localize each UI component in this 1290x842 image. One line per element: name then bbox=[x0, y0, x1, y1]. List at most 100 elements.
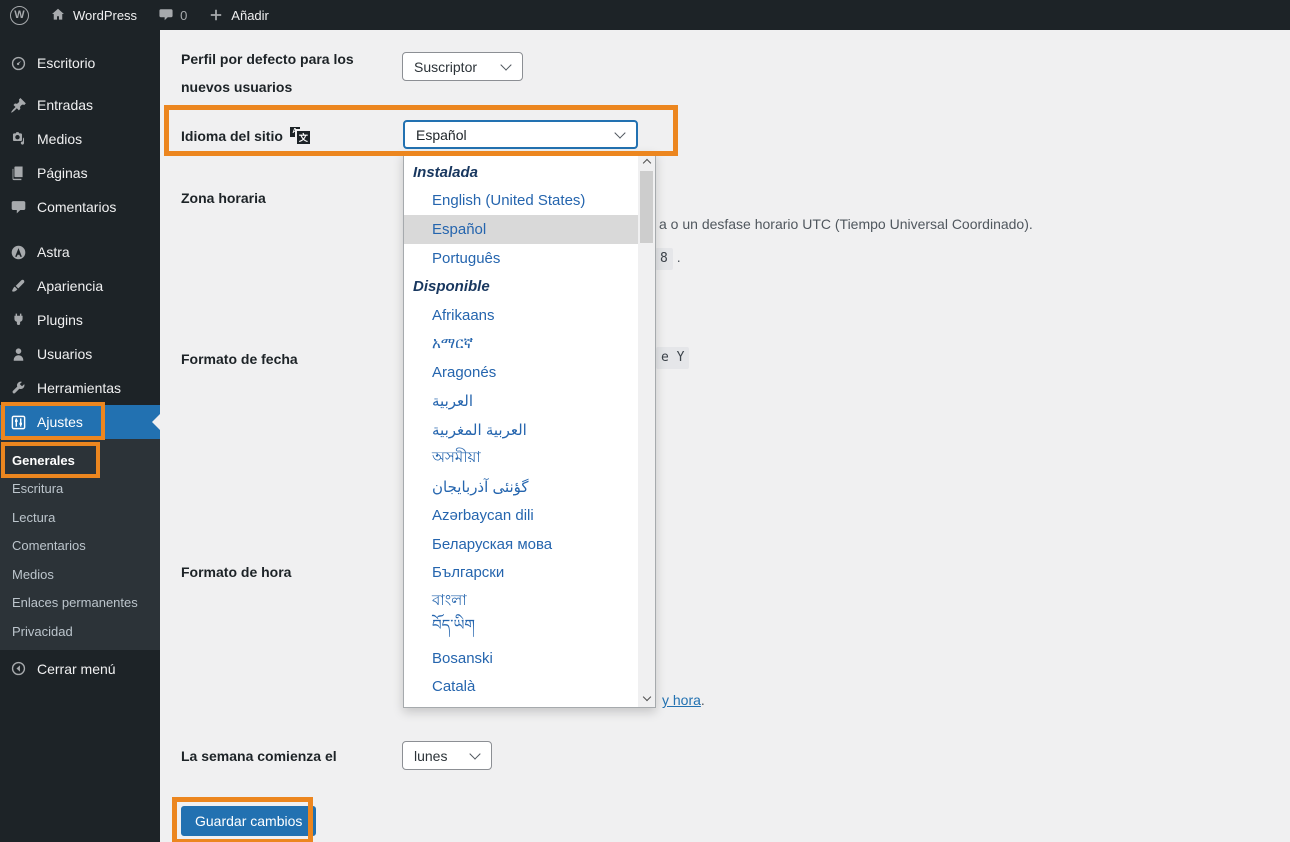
sidebar-item-apariencia[interactable]: Apariencia bbox=[0, 269, 160, 303]
plus-icon bbox=[207, 7, 224, 24]
sidebar-item-comentarios[interactable]: Comentarios bbox=[0, 190, 160, 224]
sidebar-item-usuarios[interactable]: Usuarios bbox=[0, 337, 160, 371]
appearance-icon bbox=[8, 276, 28, 296]
sidebar-item-plugins[interactable]: Plugins bbox=[0, 303, 160, 337]
general-settings-form: Perfil por defecto para los nuevos usuar… bbox=[160, 30, 1290, 842]
language-option[interactable]: Català bbox=[404, 673, 638, 702]
datetime-doc-fragment: y hora. bbox=[662, 692, 705, 708]
time-format-label: Formato de hora bbox=[181, 564, 292, 580]
sidebar-item-medios[interactable]: Medios bbox=[0, 122, 160, 156]
datetime-doc-link[interactable]: y hora bbox=[662, 692, 701, 708]
language-option[interactable]: English (United States) bbox=[404, 187, 638, 216]
sidebar-item-herramientas[interactable]: Herramientas bbox=[0, 371, 160, 405]
site-name-link[interactable]: WordPress bbox=[39, 0, 147, 30]
comments-count: 0 bbox=[180, 7, 188, 23]
submenu-item-comentarios[interactable]: Comentarios bbox=[0, 532, 160, 561]
language-option[interactable]: گؤنئی آذربایجان bbox=[404, 473, 638, 502]
default-role-value: Suscriptor bbox=[414, 58, 478, 75]
new-content-label: Añadir bbox=[231, 7, 269, 23]
site-language-select[interactable]: Español bbox=[403, 120, 638, 149]
language-option[interactable]: Afrikaans bbox=[404, 301, 638, 330]
settings-submenu: Generales Escritura Lectura Comentarios … bbox=[0, 439, 160, 650]
plugin-icon bbox=[8, 310, 28, 330]
tools-icon bbox=[8, 378, 28, 398]
language-option-selected[interactable]: Español bbox=[404, 215, 638, 244]
scroll-down-icon[interactable] bbox=[638, 690, 655, 707]
pages-icon bbox=[8, 163, 28, 183]
submenu-item-medios[interactable]: Medios bbox=[0, 560, 160, 589]
sidebar-item-label: Ajustes bbox=[37, 414, 83, 430]
chevron-down-icon bbox=[500, 58, 512, 71]
sidebar-item-ajustes[interactable]: Ajustes bbox=[0, 405, 160, 439]
comments-shortcut[interactable]: 0 bbox=[147, 0, 197, 30]
language-option[interactable]: བོད་ཡིག bbox=[404, 616, 638, 645]
sidebar-item-label: Escritorio bbox=[37, 55, 96, 71]
default-role-label: Perfil por defecto para los nuevos usuar… bbox=[181, 51, 354, 95]
sidebar-item-label: Usuarios bbox=[37, 346, 93, 362]
language-option[interactable]: العربية bbox=[404, 387, 638, 416]
sidebar-item-astra[interactable]: Astra bbox=[0, 235, 160, 269]
collapse-menu-label: Cerrar menú bbox=[37, 660, 116, 677]
submenu-item-escritura[interactable]: Escritura bbox=[0, 475, 160, 504]
save-changes-button[interactable]: Guardar cambios bbox=[181, 806, 317, 836]
language-option[interactable]: অসমীয়া bbox=[404, 444, 638, 473]
collapse-menu-button[interactable]: Cerrar menú bbox=[0, 652, 160, 686]
chevron-down-icon bbox=[614, 126, 626, 139]
wordpress-admin-page: W WordPress 0 Añadir Escritorio Entradas… bbox=[0, 0, 1290, 842]
translation-icon: A 文 bbox=[289, 127, 312, 146]
language-option[interactable]: Azərbaycan dili bbox=[404, 501, 638, 530]
sidebar-item-label: Medios bbox=[37, 131, 83, 147]
sidebar-item-label: Astra bbox=[37, 244, 70, 260]
astra-icon bbox=[8, 242, 28, 262]
collapse-arrow-icon bbox=[8, 659, 28, 679]
sidebar-item-entradas[interactable]: Entradas bbox=[0, 88, 160, 122]
date-format-code-fragment: e Y bbox=[656, 346, 690, 369]
admin-sidebar-menu: Escritorio Entradas Medios Páginas Comen… bbox=[0, 30, 160, 842]
sidebar-item-label: Herramientas bbox=[37, 380, 122, 396]
media-icon bbox=[8, 129, 28, 149]
language-option[interactable]: Беларуская мова bbox=[404, 530, 638, 559]
week-start-select[interactable]: lunes bbox=[402, 741, 492, 770]
submenu-item-enlaces-permanentes[interactable]: Enlaces permanentes bbox=[0, 589, 160, 618]
language-option[interactable]: Aragonés bbox=[404, 358, 638, 387]
language-options: Instalada English (United States) Españo… bbox=[404, 153, 638, 707]
dropdown-scrollbar[interactable] bbox=[638, 153, 655, 707]
week-start-label: La semana comienza el bbox=[181, 748, 337, 764]
dashboard-icon bbox=[8, 53, 28, 73]
site-language-value: Español bbox=[416, 126, 467, 143]
sidebar-item-escritorio[interactable]: Escritorio bbox=[0, 46, 160, 80]
week-start-value: lunes bbox=[414, 747, 448, 764]
sidebar-item-label: Apariencia bbox=[37, 278, 104, 294]
sidebar-item-label: Comentarios bbox=[37, 199, 117, 215]
submenu-item-generales[interactable]: Generales bbox=[0, 446, 160, 475]
timezone-description-fragment: a o un desfase horario UTC (Tiempo Unive… bbox=[659, 216, 1033, 232]
submenu-item-privacidad[interactable]: Privacidad bbox=[0, 617, 160, 646]
site-language-label: Idioma del sitio A 文 bbox=[181, 126, 312, 146]
scrollbar-thumb[interactable] bbox=[640, 171, 653, 243]
wordpress-menu-button[interactable]: W bbox=[0, 0, 39, 30]
language-option[interactable]: Български bbox=[404, 558, 638, 587]
utc-time-fragment: 8 . bbox=[655, 247, 681, 270]
settings-icon bbox=[8, 412, 28, 432]
new-content-button[interactable]: Añadir bbox=[197, 0, 279, 30]
language-option[interactable]: አማርኛ bbox=[404, 330, 638, 359]
timezone-label: Zona horaria bbox=[181, 190, 266, 206]
comment-bubble-icon bbox=[157, 7, 174, 24]
scroll-up-icon[interactable] bbox=[638, 153, 655, 170]
language-option[interactable]: العربية المغربية bbox=[404, 415, 638, 444]
users-icon bbox=[8, 344, 28, 364]
sidebar-item-paginas[interactable]: Páginas bbox=[0, 156, 160, 190]
admin-bar: W WordPress 0 Añadir bbox=[0, 0, 1290, 30]
home-icon bbox=[49, 7, 66, 24]
sidebar-item-label: Entradas bbox=[37, 97, 94, 113]
language-group-disponible: Disponible bbox=[413, 278, 490, 296]
language-option[interactable]: Português bbox=[404, 244, 638, 273]
sidebar-item-label: Páginas bbox=[37, 165, 88, 181]
sidebar-item-label: Plugins bbox=[37, 312, 83, 328]
language-dropdown-list: Instalada English (United States) Españo… bbox=[403, 152, 656, 708]
submenu-item-lectura[interactable]: Lectura bbox=[0, 503, 160, 532]
pin-icon bbox=[8, 95, 28, 115]
utc-time-code: 8 bbox=[655, 248, 673, 270]
language-group-instalada: Instalada bbox=[413, 163, 479, 181]
default-role-select[interactable]: Suscriptor bbox=[402, 52, 523, 81]
